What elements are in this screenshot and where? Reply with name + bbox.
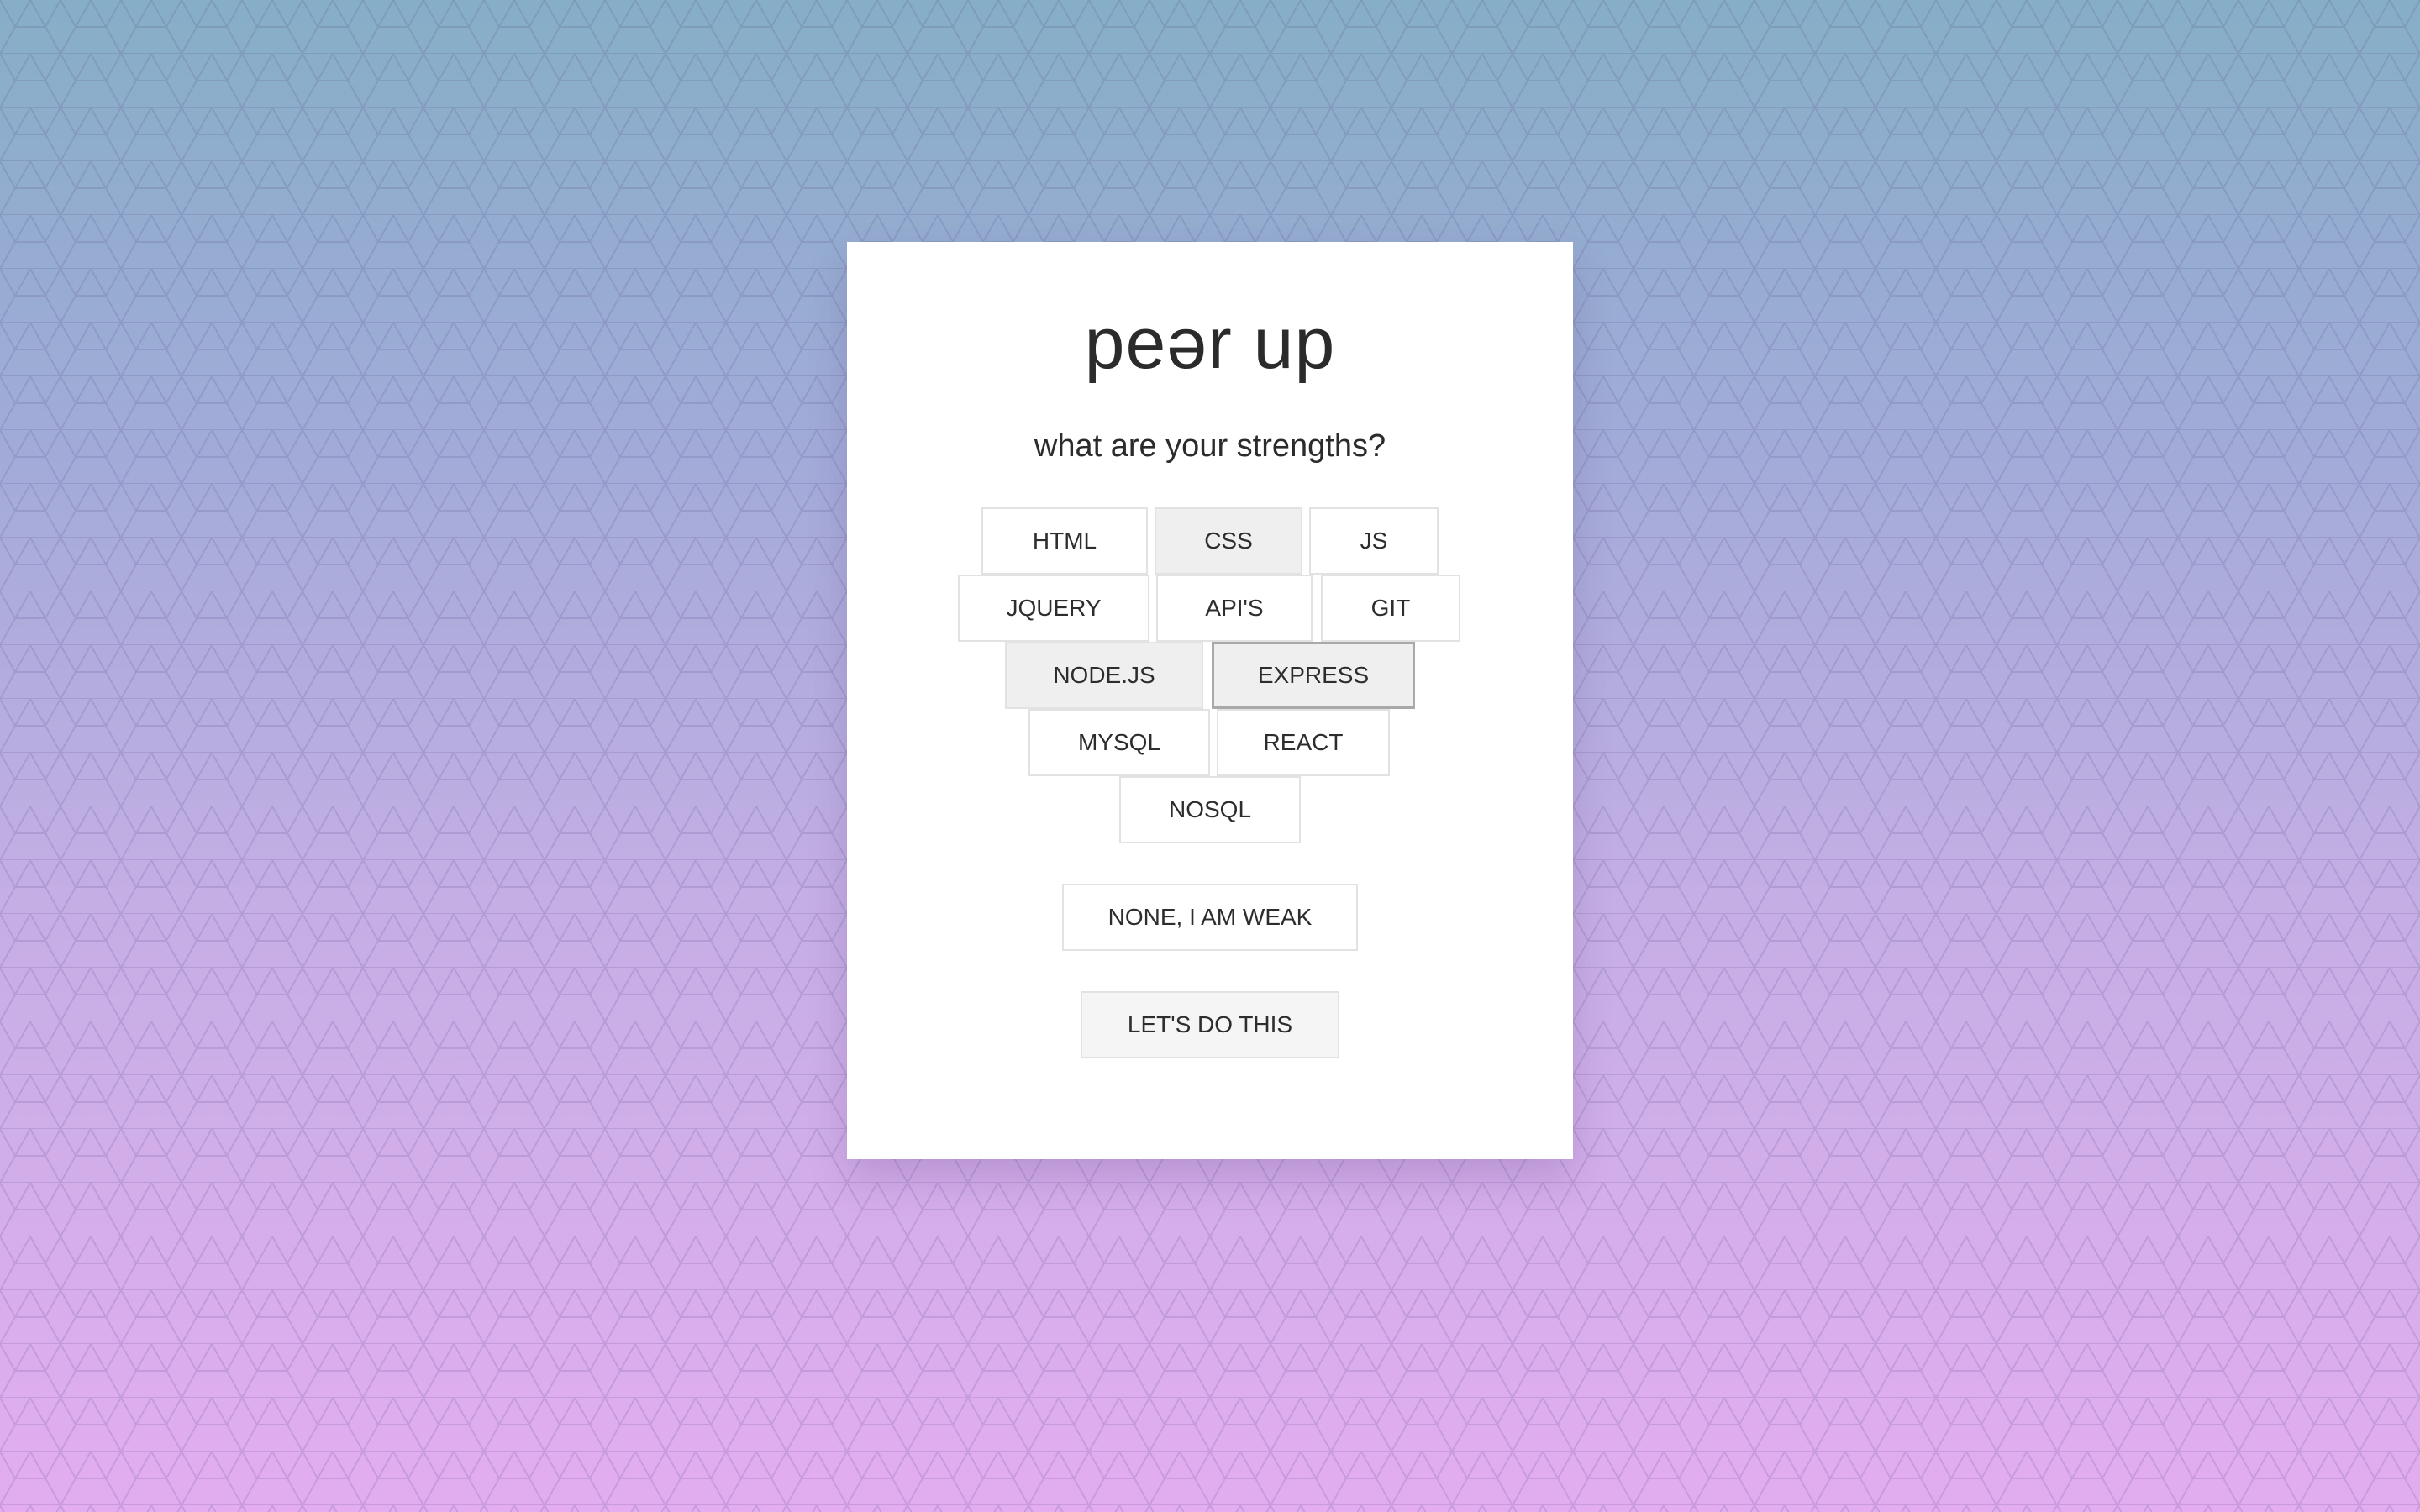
skill-chip-js[interactable]: JS	[1309, 507, 1439, 575]
skill-chip-nosql[interactable]: NOSQL	[1119, 776, 1301, 843]
skill-chip-apis[interactable]: API'S	[1156, 575, 1313, 642]
skill-chip-nodejs[interactable]: NODE.JS	[1005, 642, 1203, 709]
lets-do-this-button[interactable]: LET'S DO THIS	[1081, 991, 1339, 1058]
skill-chip-html[interactable]: HTML	[981, 507, 1148, 575]
skill-chip-react[interactable]: REACT	[1217, 709, 1390, 776]
strengths-card: peər up what are your strengths? HTML CS…	[847, 242, 1573, 1159]
skill-chip-jquery[interactable]: JQUERY	[958, 575, 1150, 642]
none-weak-button[interactable]: NONE, I AM WEAK	[1062, 884, 1358, 951]
skill-chip-express[interactable]: EXPRESS	[1212, 642, 1415, 709]
skill-chip-css[interactable]: CSS	[1155, 507, 1302, 575]
skill-chip-mysql[interactable]: MYSQL	[1028, 709, 1210, 776]
skill-chip-git[interactable]: GIT	[1321, 575, 1460, 642]
app-logo: peər up	[1084, 303, 1336, 384]
question-heading: what are your strengths?	[1034, 428, 1386, 464]
